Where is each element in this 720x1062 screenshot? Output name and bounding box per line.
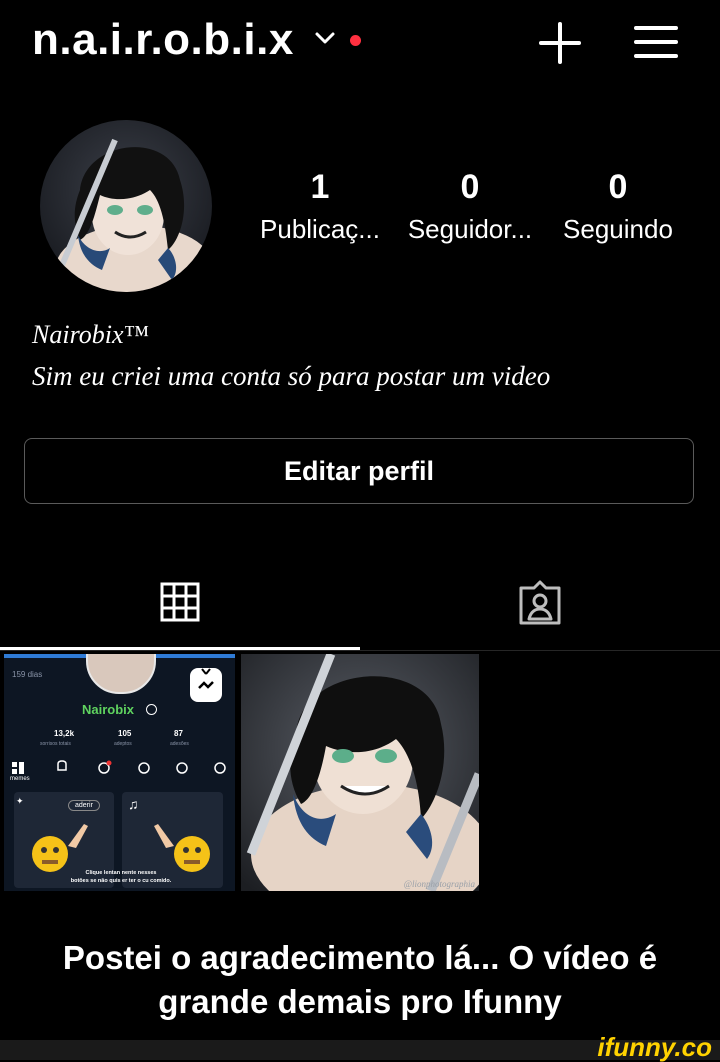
memes-label: memes: [10, 776, 30, 782]
following-count: 0: [608, 168, 628, 206]
meme-caption: Postei o agradecimento lá... O vídeo é g…: [0, 936, 720, 1024]
tab-tagged[interactable]: [360, 560, 720, 650]
days-label: 159 dias: [12, 670, 43, 679]
verified-icon: [146, 704, 157, 715]
mini-stat-label-1: sorrisos totais: [40, 741, 71, 747]
bio-text: Sim eu criei uma conta só para postar um…: [32, 361, 551, 391]
following-stat[interactable]: 0 Seguindo: [548, 165, 688, 249]
mini-stat-label-2: adeptos: [114, 741, 132, 747]
followers-stat[interactable]: 0 Seguidor...: [400, 165, 540, 249]
mini-stat-label-3: adesões: [170, 741, 189, 747]
avatar[interactable]: [40, 120, 212, 292]
mini-stat-2: 105: [118, 729, 132, 738]
caption-line-2: grande demais pro Ifunny: [158, 983, 562, 1020]
tabs-divider: [0, 650, 720, 651]
tab-grid[interactable]: [0, 560, 360, 650]
post-thumbnail-1[interactable]: 159 dias Nairobix 13,2k 105 87 sorrisos …: [4, 654, 235, 891]
followers-count: 0: [460, 168, 480, 206]
emoji-art: [32, 824, 210, 872]
following-label: Seguindo: [563, 214, 673, 244]
menu-icon[interactable]: [634, 22, 678, 62]
pin-icon: ✦: [16, 796, 24, 806]
mini-stat-1: 13,2k: [54, 729, 75, 738]
mini-icon-row: [12, 760, 226, 774]
mini-stat-3: 87: [174, 729, 183, 738]
profile-username[interactable]: n.a.i.r.o.b.i.x: [32, 14, 294, 66]
edit-profile-button[interactable]: Editar perfil: [24, 438, 694, 504]
grid-icon: [160, 582, 200, 622]
igtv-icon: [190, 668, 222, 702]
posts-stat[interactable]: 1 Publicaç...: [250, 165, 390, 249]
join-button: aderir: [68, 800, 100, 811]
meme-text-2: botões se não quis er ter o cu comido.: [70, 878, 172, 884]
meme-text-1: Clique lentan nente nesses: [85, 870, 157, 876]
top-bar: n.a.i.r.o.b.i.x: [0, 0, 720, 90]
mini-avatar: [86, 654, 156, 694]
notification-dot: [350, 35, 361, 46]
posts-count: 1: [310, 168, 330, 206]
chevron-down-icon[interactable]: [314, 30, 336, 46]
post-artwork: [241, 654, 479, 891]
posts-label: Publicaç...: [260, 214, 380, 244]
ifunny-watermark: ifunny.co: [597, 1032, 712, 1062]
caption-line-1: Postei o agradecimento lá... O vídeo é: [62, 939, 658, 976]
post-thumbnail-2[interactable]: @lionphotographia: [241, 654, 479, 891]
bell-icon: ♫: [128, 796, 139, 812]
bio-name: Nairobix™: [32, 320, 149, 349]
artwork-watermark: @lionphotographia: [403, 879, 475, 889]
plus-icon[interactable]: [537, 20, 583, 66]
tagged-icon: [519, 580, 561, 625]
followers-label: Seguidor...: [407, 214, 533, 244]
mini-name: Nairobix: [82, 702, 135, 717]
bio: Nairobix™ Sim eu criei uma conta só para…: [32, 318, 550, 396]
